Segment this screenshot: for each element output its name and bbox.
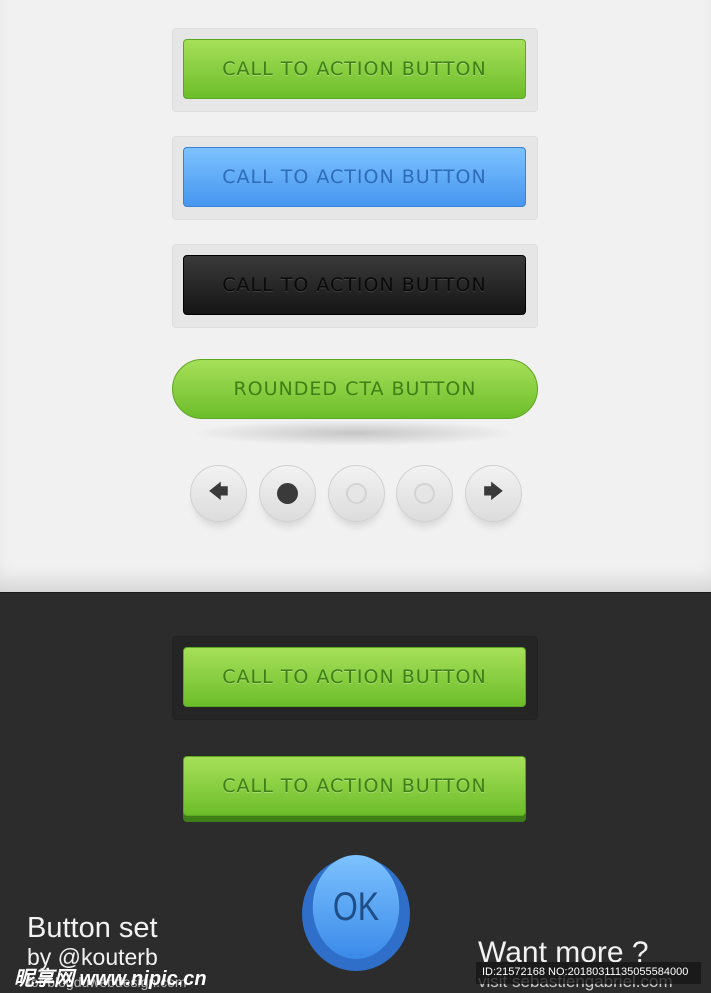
watermark-id: ID:21572168 NO:20180311135055584000 — [476, 962, 701, 984]
rounded-button-shadow — [190, 420, 520, 446]
rounded-cta-button[interactable]: ROUNDED CTA BUTTON — [172, 359, 538, 419]
pagination-next-button[interactable]: 🡆 — [465, 465, 522, 522]
dot-icon — [346, 483, 367, 504]
black-cta-button[interactable]: CALL TO ACTION BUTTON — [183, 255, 526, 315]
dot-icon — [414, 483, 435, 504]
pagination-page-2[interactable] — [328, 465, 385, 522]
pagination-page-3[interactable] — [396, 465, 453, 522]
arrow-right-icon: 🡆 — [483, 478, 504, 503]
dark-green-cta-button[interactable]: CALL TO ACTION BUTTON — [183, 647, 526, 707]
pagination-page-1[interactable] — [259, 465, 316, 522]
watermark-site: 昵享网 www.nipic.cn — [14, 968, 207, 990]
blue-cta-button[interactable]: CALL TO ACTION BUTTON — [183, 147, 526, 207]
ok-button[interactable]: OK — [312, 855, 400, 959]
green-3d-cta-button[interactable]: CALL TO ACTION BUTTON — [183, 756, 526, 816]
footer-title: Button set — [27, 912, 158, 944]
arrow-left-icon: 🡄 — [208, 478, 229, 503]
pagination-prev-button[interactable]: 🡄 — [190, 465, 247, 522]
active-dot-icon — [277, 483, 298, 504]
green-cta-button[interactable]: CALL TO ACTION BUTTON — [183, 39, 526, 99]
